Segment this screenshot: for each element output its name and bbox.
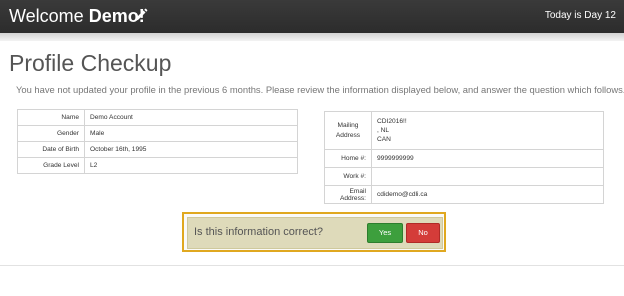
mailing-address-label: Mailing Address xyxy=(324,111,372,150)
dob-label: Date of Birth xyxy=(17,141,85,158)
table-row: Grade Level L2 xyxy=(17,157,298,174)
confirm-panel-inner: Is this information correct? Yes No xyxy=(187,217,443,249)
table-row: Mailing Address CDI2016!! , NL CAN xyxy=(324,111,604,150)
contact-table: Mailing Address CDI2016!! , NL CAN Home … xyxy=(324,111,604,204)
day-indicator: Today is Day 12 xyxy=(544,10,616,21)
address-line: CDI2016!! xyxy=(377,118,407,125)
table-row: Name Demo Account xyxy=(17,109,298,126)
welcome-text: Welcome xyxy=(9,6,84,26)
yes-button[interactable]: Yes xyxy=(367,223,403,243)
home-phone-label: Home #: xyxy=(324,149,372,168)
confirm-question: Is this information correct? xyxy=(194,226,323,238)
table-row: Work #: xyxy=(324,167,604,186)
page-title: Profile Checkup xyxy=(9,50,172,76)
dob-value: October 16th, 1995 xyxy=(84,141,298,158)
name-value: Demo Account xyxy=(84,109,298,126)
grade-value: L2 xyxy=(84,157,298,174)
work-phone-value xyxy=(371,167,604,186)
home-phone-value: 9999999999 xyxy=(371,149,604,168)
no-button[interactable]: No xyxy=(406,223,440,243)
intro-text: You have not updated your profile in the… xyxy=(16,84,624,95)
table-row: Date of Birth October 16th, 1995 xyxy=(17,141,298,158)
confirm-panel: Is this information correct? Yes No xyxy=(182,212,446,252)
table-row: Gender Male xyxy=(17,125,298,142)
gender-label: Gender xyxy=(17,125,85,142)
email-value: cdidemo@cdli.ca xyxy=(371,185,604,204)
work-phone-label: Work #: xyxy=(324,167,372,186)
welcome-heading: Welcome Demo! xyxy=(9,5,145,27)
top-bar: Welcome Demo! Today is Day 12 xyxy=(0,0,624,33)
mailing-address-value: CDI2016!! , NL CAN xyxy=(371,111,604,150)
email-label: Email Address: xyxy=(324,185,372,204)
grade-label: Grade Level xyxy=(17,157,85,174)
address-line: , NL xyxy=(377,127,390,134)
name-label: Name xyxy=(17,109,85,126)
address-line: CAN xyxy=(377,136,391,143)
gender-value: Male xyxy=(84,125,298,142)
pencil-icon[interactable] xyxy=(134,8,148,22)
profile-table: Name Demo Account Gender Male Date of Bi… xyxy=(17,109,298,174)
header-shadow xyxy=(0,33,624,41)
table-row: Home #: 9999999999 xyxy=(324,149,604,168)
table-row: Email Address: cdidemo@cdli.ca xyxy=(324,185,604,204)
mailing-address-label-text: Mailing Address xyxy=(335,121,361,139)
